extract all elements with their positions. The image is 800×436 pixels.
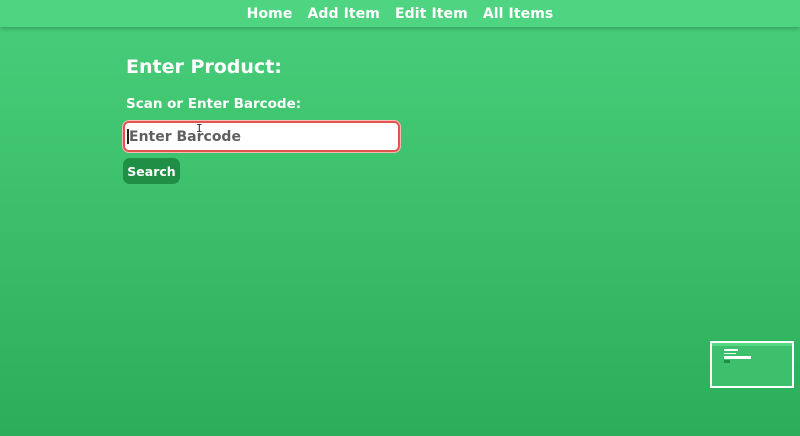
search-button[interactable]: Search (123, 158, 180, 184)
minimap-thumbnail[interactable] (710, 341, 794, 388)
minimap-navbar (712, 343, 792, 346)
text-cursor-icon: I (196, 122, 203, 135)
nav-edit-item-link[interactable]: Edit Item (395, 6, 468, 22)
barcode-label: Scan or Enter Barcode: (126, 96, 302, 112)
barcode-input[interactable] (123, 121, 400, 152)
nav-all-items-link[interactable]: All Items (483, 6, 554, 22)
text-caret (127, 129, 129, 144)
nav-home-link[interactable]: Home (247, 6, 293, 22)
minimap-title (724, 349, 738, 351)
top-navbar: Home Add Item Edit Item All Items (0, 0, 800, 27)
minimap-input (724, 356, 751, 359)
nav-add-item-link[interactable]: Add Item (307, 6, 380, 22)
minimap-label (724, 353, 736, 354)
minimap-button (724, 360, 730, 363)
page-title: Enter Product: (126, 56, 282, 78)
